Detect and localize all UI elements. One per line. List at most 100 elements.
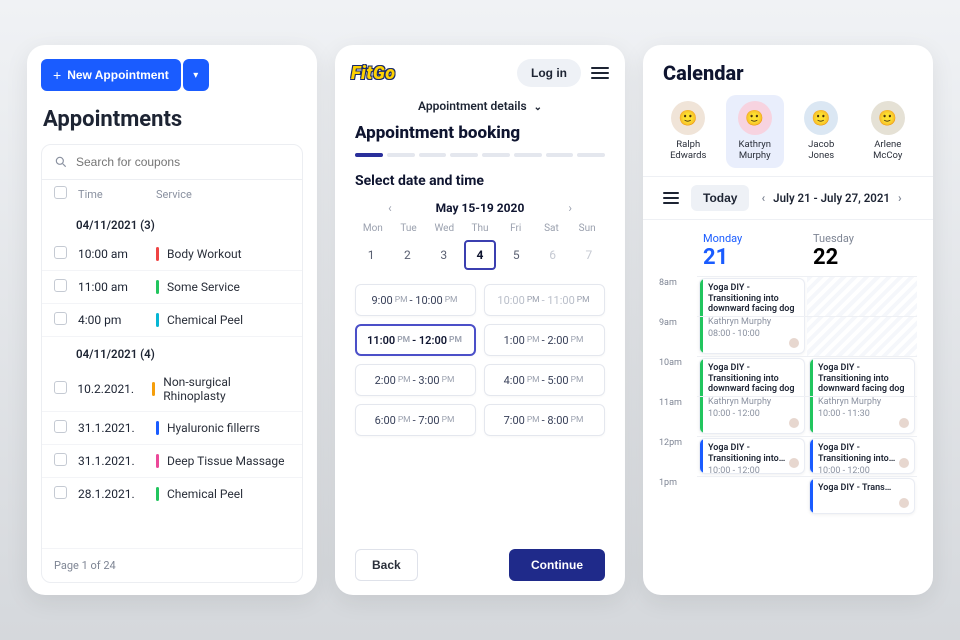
calendar-cell[interactable]: Yoga DIY - Transitioning into downward f… <box>697 276 807 316</box>
calendar-title: Calendar <box>663 61 913 85</box>
select-all-checkbox[interactable] <box>54 186 67 199</box>
weekday-row: MonTueWedThuFriSatSun <box>355 223 605 234</box>
brand-logo: FitGo <box>351 63 396 84</box>
day-column-header[interactable]: Monday21 <box>697 232 807 270</box>
person-chip[interactable]: 🙂Ralph Edwards <box>659 95 718 168</box>
weekday-label: Tue <box>391 223 427 234</box>
row-time: 31.1.2021. <box>78 421 146 435</box>
day-columns-header: Monday21Tuesday22 <box>643 220 933 276</box>
row-checkbox[interactable] <box>54 246 67 259</box>
next-week-button[interactable]: › <box>538 201 602 215</box>
time-slot[interactable]: 1:00PM - 2:00PM <box>484 324 605 356</box>
calendar-cell[interactable] <box>697 396 807 436</box>
calendar-cell[interactable]: Yoga DIY - Trans… <box>807 476 917 516</box>
login-button[interactable]: Log in <box>517 59 581 87</box>
prev-range-button[interactable]: ‹ <box>761 191 765 205</box>
search-row <box>42 145 302 179</box>
search-icon <box>54 155 68 169</box>
plus-icon: + <box>53 67 61 83</box>
person-chip[interactable]: 🙂Kathryn Murphy <box>726 95 785 168</box>
new-appointment-dropdown[interactable]: ▾ <box>183 59 209 91</box>
calendar-cell[interactable] <box>807 396 917 436</box>
calendar-cell[interactable] <box>697 316 807 356</box>
table-row[interactable]: 31.1.2021.Deep Tissue Massage <box>42 445 302 478</box>
time-slot[interactable]: 9:00PM - 10:00PM <box>355 284 476 316</box>
row-checkbox[interactable] <box>54 453 67 466</box>
weekday-label: Sun <box>569 223 605 234</box>
calendar-cell[interactable]: Yoga DIY - Transitioning into…10:00 - 12… <box>807 436 917 476</box>
calendar-cell[interactable]: Yoga DIY - Transitioning into downward f… <box>807 356 917 396</box>
calendar-cell[interactable] <box>697 476 807 516</box>
time-slot[interactable]: 2:00PM - 3:00PM <box>355 364 476 396</box>
table-row[interactable]: 11:00 amSome Service <box>42 271 302 304</box>
event-color-icon <box>810 479 813 513</box>
calendar-event[interactable]: Yoga DIY - Transitioning into…10:00 - 12… <box>809 438 915 474</box>
day-cell[interactable]: 3 <box>428 240 460 270</box>
calendar-cell[interactable]: Yoga DIY - Transitioning into…10:00 - 12… <box>697 436 807 476</box>
table-row[interactable]: 10.2.2021.Non-surgical Rhinoplasty <box>42 367 302 412</box>
calendar-cell[interactable] <box>807 276 917 316</box>
calendar-event[interactable]: Yoga DIY - Transitioning into…10:00 - 12… <box>699 438 805 474</box>
avatar: 🙂 <box>671 101 705 135</box>
row-time: 28.1.2021. <box>78 487 146 501</box>
row-checkbox[interactable] <box>54 279 67 292</box>
event-title: Yoga DIY - Transitioning into downward f… <box>708 283 799 315</box>
time-slot[interactable]: 11:00PM - 12:00PM <box>355 324 476 356</box>
day-cell[interactable]: 2 <box>391 240 423 270</box>
person-chip[interactable]: 🙂Arlene McCoy <box>859 95 918 168</box>
weekday-label: Thu <box>462 223 498 234</box>
appointments-panel: + New Appointment ▾ Appointments Time Se… <box>27 45 317 595</box>
row-service: Chemical Peel <box>156 313 243 327</box>
person-chip[interactable]: 🙂Jacob Jones <box>792 95 851 168</box>
booking-panel: FitGo Log in Appointment details ⌄ Appoi… <box>335 45 625 595</box>
day-cell: 7 <box>573 240 605 270</box>
time-slot[interactable]: 4:00PM - 5:00PM <box>484 364 605 396</box>
menu-icon[interactable] <box>659 192 683 204</box>
prev-week-button[interactable]: ‹ <box>358 201 422 215</box>
calendar-event[interactable]: Yoga DIY - Trans… <box>809 478 915 514</box>
progress-step <box>482 153 510 157</box>
days-row: 1234567 <box>355 240 605 270</box>
day-cell[interactable]: 1 <box>355 240 387 270</box>
event-color-icon <box>700 439 703 473</box>
progress-bar <box>355 153 605 157</box>
continue-button[interactable]: Continue <box>509 549 605 581</box>
event-title: Yoga DIY - Trans… <box>818 483 909 494</box>
avatar: 🙂 <box>804 101 838 135</box>
row-time: 11:00 am <box>78 280 146 294</box>
avatar: 🙂 <box>871 101 905 135</box>
service-color-icon <box>156 421 159 435</box>
event-title: Yoga DIY - Transitioning into downward f… <box>708 363 799 395</box>
calendar-cell[interactable]: Yoga DIY - Transitioning into downward f… <box>697 356 807 396</box>
service-color-icon <box>156 487 159 501</box>
group-header: 04/11/2021 (4) <box>42 337 302 367</box>
progress-step <box>387 153 415 157</box>
day-column-header[interactable]: Tuesday22 <box>807 232 917 270</box>
back-button[interactable]: Back <box>355 549 418 581</box>
calendar-cell[interactable] <box>807 316 917 356</box>
people-selector: 🙂Ralph Edwards🙂Kathryn Murphy🙂Jacob Jone… <box>643 95 933 176</box>
today-button[interactable]: Today <box>691 185 749 211</box>
time-slot[interactable]: 6:00PM - 7:00PM <box>355 404 476 436</box>
avatar <box>788 457 800 469</box>
date-range-label: May 15-19 2020 <box>436 201 525 215</box>
chevron-down-icon: ⌄ <box>534 102 542 113</box>
table-row[interactable]: 4:00 pmChemical Peel <box>42 304 302 337</box>
search-input[interactable] <box>76 155 290 169</box>
table-row[interactable]: 10:00 amBody Workout <box>42 238 302 271</box>
row-checkbox[interactable] <box>54 486 67 499</box>
day-cell[interactable]: 5 <box>500 240 532 270</box>
row-checkbox[interactable] <box>54 420 67 433</box>
avatar <box>898 497 910 509</box>
row-checkbox[interactable] <box>54 381 67 394</box>
menu-icon[interactable] <box>591 67 609 79</box>
appointment-details-toggle[interactable]: Appointment details ⌄ <box>335 93 625 123</box>
row-service: Non-surgical Rhinoplasty <box>152 375 290 403</box>
next-range-button[interactable]: › <box>898 191 902 205</box>
time-slot[interactable]: 7:00PM - 8:00PM <box>484 404 605 436</box>
day-cell[interactable]: 4 <box>464 240 496 270</box>
row-checkbox[interactable] <box>54 312 67 325</box>
table-row[interactable]: 31.1.2021.Hyaluronic fillerrs <box>42 412 302 445</box>
table-row[interactable]: 28.1.2021.Chemical Peel <box>42 478 302 510</box>
new-appointment-button[interactable]: + New Appointment <box>41 59 181 91</box>
